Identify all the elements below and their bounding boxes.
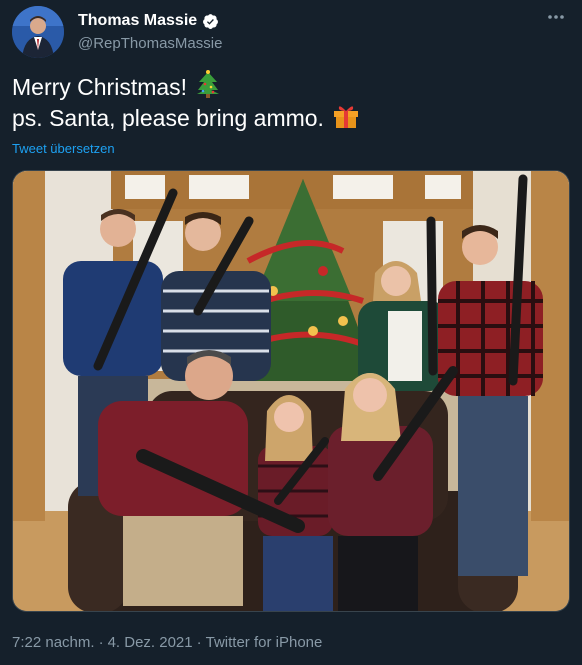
tweet-line-2: ps. Santa, please bring ammo. xyxy=(12,103,570,134)
wrapped-gift-icon xyxy=(332,101,360,137)
tweet: Thomas Massie @RepThomasMassie Merry Chr… xyxy=(0,0,582,665)
user-handle[interactable]: @RepThomasMassie xyxy=(78,35,222,52)
christmas-tree-icon xyxy=(195,69,221,106)
more-options-icon[interactable] xyxy=(546,10,566,24)
verified-badge-icon xyxy=(202,13,219,30)
tweet-meta: 7:22 nachm. · 4. Dez. 2021 · Twitter for… xyxy=(12,634,322,651)
tweet-header: Thomas Massie @RepThomasMassie xyxy=(12,6,570,58)
tweet-line-2-text: ps. Santa, please bring ammo. xyxy=(12,105,324,131)
display-name-row: Thomas Massie xyxy=(78,10,222,32)
tweet-source[interactable]: Twitter for iPhone xyxy=(206,634,323,651)
avatar[interactable] xyxy=(12,6,64,58)
tweet-text: Merry Christmas! ps. Santa, please bring… xyxy=(12,69,570,134)
tweet-date[interactable]: 4. Dez. 2021 xyxy=(108,634,193,651)
tweet-line-1: Merry Christmas! xyxy=(12,69,570,106)
translate-tweet-link[interactable]: Tweet übersetzen xyxy=(12,141,115,156)
display-name[interactable]: Thomas Massie xyxy=(78,12,197,30)
user-names: Thomas Massie @RepThomasMassie xyxy=(78,10,222,52)
tweet-time[interactable]: 7:22 nachm. xyxy=(12,634,95,651)
meta-separator-2: · xyxy=(196,634,202,651)
meta-separator: · xyxy=(98,634,104,651)
tweet-line-1-text: Merry Christmas! xyxy=(12,74,188,100)
tweet-photo[interactable] xyxy=(12,170,570,612)
